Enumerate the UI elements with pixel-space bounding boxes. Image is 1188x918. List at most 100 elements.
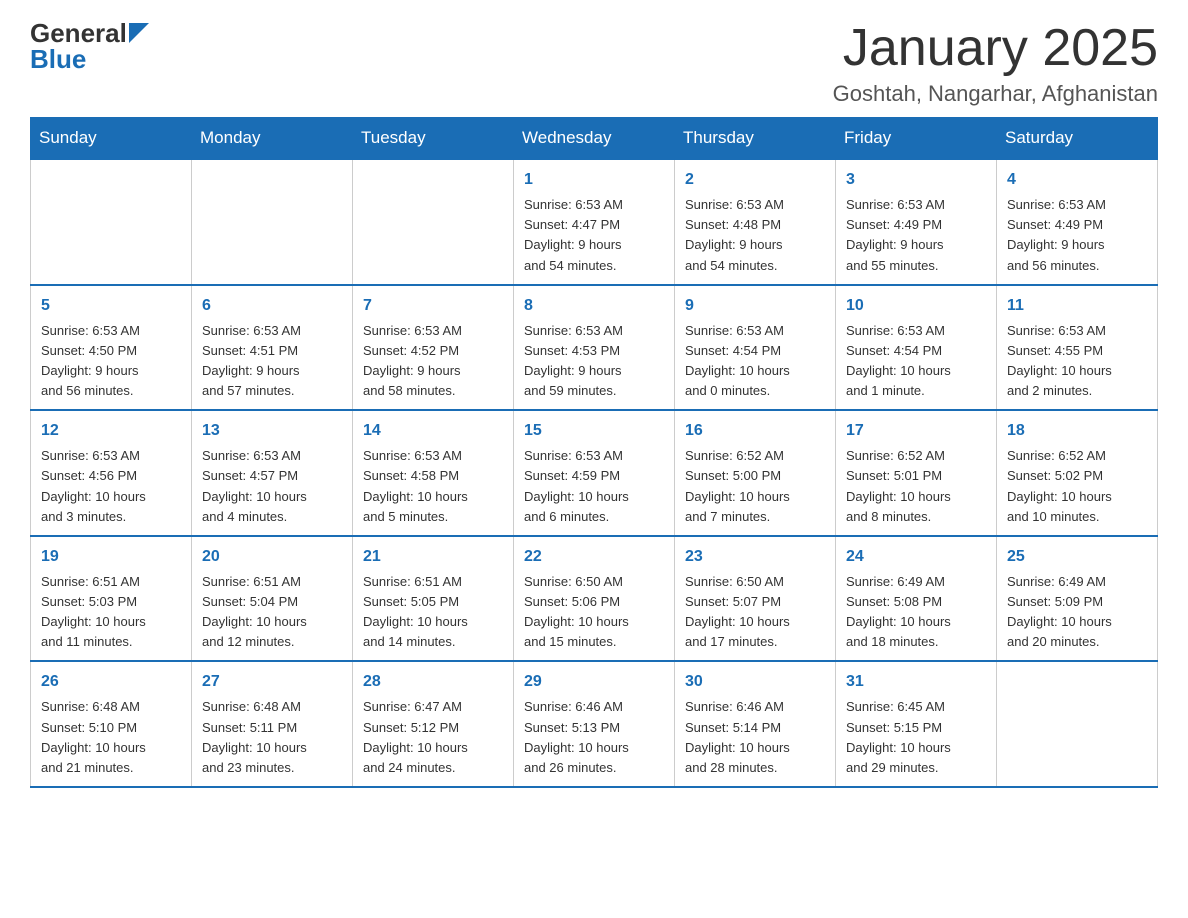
day-info: Sunrise: 6:51 AMSunset: 5:03 PMDaylight:…: [41, 572, 181, 653]
day-info: Sunrise: 6:53 AMSunset: 4:49 PMDaylight:…: [1007, 195, 1147, 276]
calendar-cell: 3 Sunrise: 6:53 AMSunset: 4:49 PMDaylight…: [836, 159, 997, 285]
logo-arrow-icon: [129, 23, 149, 43]
calendar-header-thursday: Thursday: [675, 118, 836, 160]
calendar-header-wednesday: Wednesday: [514, 118, 675, 160]
day-info: Sunrise: 6:52 AMSunset: 5:00 PMDaylight:…: [685, 446, 825, 527]
calendar-cell: 12Sunrise: 6:53 AMSunset: 4:56 PMDayligh…: [31, 410, 192, 536]
calendar-cell: 8 Sunrise: 6:53 AMSunset: 4:53 PMDaylight…: [514, 285, 675, 411]
day-number: 26: [41, 670, 181, 694]
calendar-table: SundayMondayTuesdayWednesdayThursdayFrid…: [30, 117, 1158, 788]
day-info: Sunrise: 6:53 AMSunset: 4:59 PMDaylight:…: [524, 446, 664, 527]
logo: General Blue: [30, 20, 149, 75]
day-number: 25: [1007, 545, 1147, 569]
day-info: Sunrise: 6:53 AMSunset: 4:52 PMDaylight:…: [363, 321, 503, 402]
day-number: 9: [685, 294, 825, 318]
day-number: 22: [524, 545, 664, 569]
day-info: Sunrise: 6:53 AMSunset: 4:54 PMDaylight:…: [846, 321, 986, 402]
day-info: Sunrise: 6:52 AMSunset: 5:01 PMDaylight:…: [846, 446, 986, 527]
calendar-cell: [997, 661, 1158, 787]
calendar-cell: 20 Sunrise: 6:51 AMSunset: 5:04 PMDayligh…: [192, 536, 353, 662]
day-number: 29: [524, 670, 664, 694]
day-number: 6: [202, 294, 342, 318]
day-number: 16: [685, 419, 825, 443]
day-info: Sunrise: 6:53 AMSunset: 4:49 PMDaylight:…: [846, 195, 986, 276]
calendar-cell: 29 Sunrise: 6:46 AMSunset: 5:13 PMDayligh…: [514, 661, 675, 787]
calendar-cell: 10 Sunrise: 6:53 AMSunset: 4:54 PMDayligh…: [836, 285, 997, 411]
calendar-cell: 11Sunrise: 6:53 AMSunset: 4:55 PMDayligh…: [997, 285, 1158, 411]
calendar-week-2: 5 Sunrise: 6:53 AMSunset: 4:50 PMDaylight…: [31, 285, 1158, 411]
day-number: 19: [41, 545, 181, 569]
day-info: Sunrise: 6:50 AMSunset: 5:06 PMDaylight:…: [524, 572, 664, 653]
calendar-cell: 9 Sunrise: 6:53 AMSunset: 4:54 PMDaylight…: [675, 285, 836, 411]
calendar-week-5: 26 Sunrise: 6:48 AMSunset: 5:10 PMDayligh…: [31, 661, 1158, 787]
day-number: 20: [202, 545, 342, 569]
day-info: Sunrise: 6:51 AMSunset: 5:04 PMDaylight:…: [202, 572, 342, 653]
day-info: Sunrise: 6:53 AMSunset: 4:54 PMDaylight:…: [685, 321, 825, 402]
calendar-cell: 23Sunrise: 6:50 AMSunset: 5:07 PMDayligh…: [675, 536, 836, 662]
day-info: Sunrise: 6:53 AMSunset: 4:56 PMDaylight:…: [41, 446, 181, 527]
day-number: 14: [363, 419, 503, 443]
calendar-cell: 7Sunrise: 6:53 AMSunset: 4:52 PMDaylight…: [353, 285, 514, 411]
calendar-cell: 18Sunrise: 6:52 AMSunset: 5:02 PMDayligh…: [997, 410, 1158, 536]
day-info: Sunrise: 6:51 AMSunset: 5:05 PMDaylight:…: [363, 572, 503, 653]
page-title: January 2025: [833, 20, 1158, 77]
logo-general: General: [30, 20, 127, 46]
day-number: 3: [846, 168, 986, 192]
day-number: 27: [202, 670, 342, 694]
calendar-cell: 14 Sunrise: 6:53 AMSunset: 4:58 PMDayligh…: [353, 410, 514, 536]
day-number: 2: [685, 168, 825, 192]
day-number: 28: [363, 670, 503, 694]
page-header: General Blue January 2025 Goshtah, Nanga…: [30, 20, 1158, 107]
calendar-header-saturday: Saturday: [997, 118, 1158, 160]
calendar-cell: 22 Sunrise: 6:50 AMSunset: 5:06 PMDayligh…: [514, 536, 675, 662]
calendar-cell: 2Sunrise: 6:53 AMSunset: 4:48 PMDaylight…: [675, 159, 836, 285]
day-number: 1: [524, 168, 664, 192]
day-number: 21: [363, 545, 503, 569]
day-info: Sunrise: 6:53 AMSunset: 4:53 PMDaylight:…: [524, 321, 664, 402]
calendar-week-3: 12Sunrise: 6:53 AMSunset: 4:56 PMDayligh…: [31, 410, 1158, 536]
day-number: 11: [1007, 294, 1147, 318]
day-info: Sunrise: 6:53 AMSunset: 4:51 PMDaylight:…: [202, 321, 342, 402]
day-info: Sunrise: 6:50 AMSunset: 5:07 PMDaylight:…: [685, 572, 825, 653]
day-number: 17: [846, 419, 986, 443]
day-info: Sunrise: 6:48 AMSunset: 5:10 PMDaylight:…: [41, 697, 181, 778]
day-info: Sunrise: 6:46 AMSunset: 5:14 PMDaylight:…: [685, 697, 825, 778]
day-info: Sunrise: 6:45 AMSunset: 5:15 PMDaylight:…: [846, 697, 986, 778]
calendar-cell: 28Sunrise: 6:47 AMSunset: 5:12 PMDayligh…: [353, 661, 514, 787]
calendar-cell: 27 Sunrise: 6:48 AMSunset: 5:11 PMDayligh…: [192, 661, 353, 787]
calendar-cell: 19 Sunrise: 6:51 AMSunset: 5:03 PMDayligh…: [31, 536, 192, 662]
calendar-cell: 17 Sunrise: 6:52 AMSunset: 5:01 PMDayligh…: [836, 410, 997, 536]
day-info: Sunrise: 6:53 AMSunset: 4:58 PMDaylight:…: [363, 446, 503, 527]
title-block: January 2025 Goshtah, Nangarhar, Afghani…: [833, 20, 1158, 107]
calendar-cell: 21 Sunrise: 6:51 AMSunset: 5:05 PMDayligh…: [353, 536, 514, 662]
day-info: Sunrise: 6:46 AMSunset: 5:13 PMDaylight:…: [524, 697, 664, 778]
day-info: Sunrise: 6:49 AMSunset: 5:09 PMDaylight:…: [1007, 572, 1147, 653]
calendar-header-row: SundayMondayTuesdayWednesdayThursdayFrid…: [31, 118, 1158, 160]
day-number: 13: [202, 419, 342, 443]
calendar-cell: 13 Sunrise: 6:53 AMSunset: 4:57 PMDayligh…: [192, 410, 353, 536]
calendar-cell: 24 Sunrise: 6:49 AMSunset: 5:08 PMDayligh…: [836, 536, 997, 662]
day-number: 10: [846, 294, 986, 318]
calendar-cell: 1Sunrise: 6:53 AMSunset: 4:47 PMDaylight…: [514, 159, 675, 285]
calendar-cell: 5 Sunrise: 6:53 AMSunset: 4:50 PMDaylight…: [31, 285, 192, 411]
day-info: Sunrise: 6:52 AMSunset: 5:02 PMDaylight:…: [1007, 446, 1147, 527]
calendar-cell: 16 Sunrise: 6:52 AMSunset: 5:00 PMDayligh…: [675, 410, 836, 536]
day-number: 8: [524, 294, 664, 318]
calendar-cell: [31, 159, 192, 285]
day-info: Sunrise: 6:48 AMSunset: 5:11 PMDaylight:…: [202, 697, 342, 778]
day-number: 15: [524, 419, 664, 443]
logo-blue: Blue: [30, 44, 86, 75]
day-number: 24: [846, 545, 986, 569]
day-info: Sunrise: 6:49 AMSunset: 5:08 PMDaylight:…: [846, 572, 986, 653]
calendar-cell: 4Sunrise: 6:53 AMSunset: 4:49 PMDaylight…: [997, 159, 1158, 285]
calendar-header-tuesday: Tuesday: [353, 118, 514, 160]
day-number: 31: [846, 670, 986, 694]
calendar-cell: 31 Sunrise: 6:45 AMSunset: 5:15 PMDayligh…: [836, 661, 997, 787]
day-info: Sunrise: 6:53 AMSunset: 4:57 PMDaylight:…: [202, 446, 342, 527]
day-number: 5: [41, 294, 181, 318]
day-info: Sunrise: 6:53 AMSunset: 4:50 PMDaylight:…: [41, 321, 181, 402]
day-number: 30: [685, 670, 825, 694]
calendar-cell: 15 Sunrise: 6:53 AMSunset: 4:59 PMDayligh…: [514, 410, 675, 536]
calendar-cell: 6 Sunrise: 6:53 AMSunset: 4:51 PMDaylight…: [192, 285, 353, 411]
calendar-week-4: 19 Sunrise: 6:51 AMSunset: 5:03 PMDayligh…: [31, 536, 1158, 662]
